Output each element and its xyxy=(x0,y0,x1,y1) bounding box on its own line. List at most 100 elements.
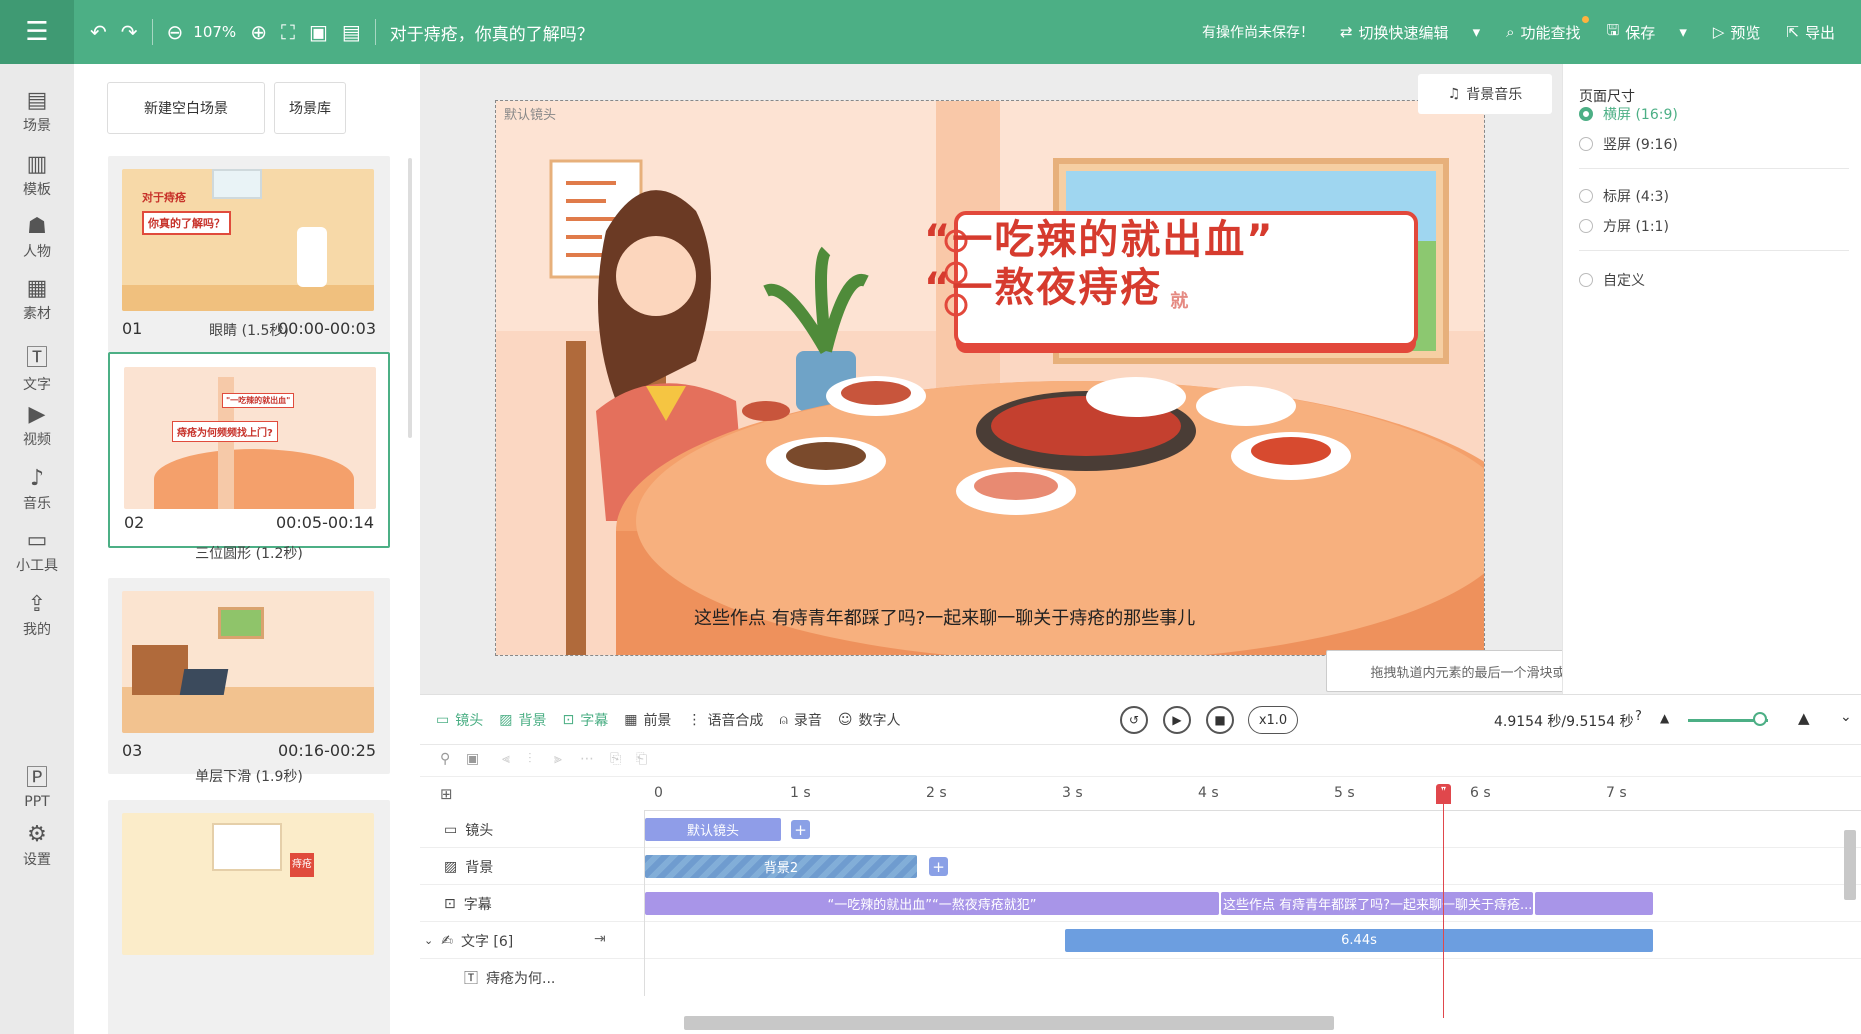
chevron-down-icon[interactable]: ▾ xyxy=(1473,23,1481,41)
track-lane[interactable] xyxy=(644,959,1837,996)
playhead[interactable] xyxy=(1443,788,1444,1018)
option-landscape[interactable]: 横屏 (16:9) xyxy=(1579,104,1678,124)
time-ruler[interactable]: 0 1 s 2 s 3 s 4 s 5 s 6 s 7 s xyxy=(644,777,1861,811)
track-lane[interactable]: 6.44s xyxy=(644,922,1837,959)
add-camera-button[interactable]: + xyxy=(791,820,810,839)
camera-label: 默认镜头 xyxy=(504,108,557,123)
nav-item-scene[interactable]: ▤ 场景 xyxy=(0,88,74,135)
group-icon[interactable]: ▣ xyxy=(466,751,479,767)
tab-label: 前景 xyxy=(643,712,672,729)
scene-card-selected[interactable]: "一吃辣的就出血" 痔疮为何频频找上门? 02 00:05-00:14 xyxy=(108,352,390,548)
scene-transition[interactable]: 单层下滑 (1.9秒) xyxy=(108,766,390,786)
text-clip[interactable]: 6.44s xyxy=(1065,929,1653,952)
tab-record[interactable]: ⍝ 录音 xyxy=(779,710,821,730)
ratio-icon[interactable]: ▣ xyxy=(309,20,328,44)
chevron-down-icon[interactable]: ⌄ xyxy=(424,934,433,947)
play-icon[interactable]: ▶ xyxy=(1163,706,1191,734)
timeline-vertical-scrollbar[interactable] xyxy=(1844,830,1856,900)
tab-foreground[interactable]: ▦ 前景 xyxy=(624,710,671,730)
login-icon[interactable]: ⇥ xyxy=(594,931,606,947)
redo-icon[interactable]: ↷ xyxy=(121,20,138,44)
scene-card[interactable]: 痔疮为何... xyxy=(108,800,390,1034)
clapper-icon[interactable]: ▤ xyxy=(342,20,361,44)
speed-button[interactable]: x1.0 xyxy=(1248,706,1298,734)
copy-icon[interactable]: ⎘ xyxy=(610,751,621,767)
scene-list-scrollbar[interactable] xyxy=(408,158,412,438)
scene-transition[interactable]: 眼睛 (1.5秒) xyxy=(108,320,390,340)
timeline-horizontal-scrollbar[interactable] xyxy=(684,1016,1334,1030)
nav-item-tools[interactable]: ▭ 小工具 xyxy=(0,528,74,575)
scene-number: 03 xyxy=(122,741,143,760)
chevron-down-icon[interactable]: ▾ xyxy=(1679,23,1687,41)
option-custom[interactable]: 自定义 xyxy=(1579,270,1645,290)
preview-icon: ▷ xyxy=(1712,23,1725,41)
stage-subtitle[interactable]: 这些作点 有痔青年都踩了吗?一起来聊一聊关于痔疮的那些事儿 xyxy=(694,604,1195,630)
option-label: 竖屏 (9:16) xyxy=(1603,137,1678,153)
nav-item-video[interactable]: ▶ 视频 xyxy=(0,402,74,449)
stop-icon[interactable]: ■ xyxy=(1206,706,1234,734)
nav-item-settings[interactable]: ⚙ 设置 xyxy=(0,822,74,869)
background-clip[interactable]: 背景2 xyxy=(645,855,917,878)
preview-button[interactable]: ▷ 预览 xyxy=(1713,22,1761,43)
new-blank-scene-button[interactable]: 新建空白场景 xyxy=(107,82,265,134)
camera-icon: ▭ xyxy=(436,711,450,728)
align-left-icon[interactable]: ⫷ xyxy=(502,751,510,767)
tab-camera[interactable]: ▭ 镜头 xyxy=(436,710,483,730)
nav-item-character[interactable]: ☗ 人物 xyxy=(0,214,74,261)
add-background-button[interactable]: + xyxy=(929,857,948,876)
fit-screen-icon[interactable]: ⛶ xyxy=(281,20,295,44)
subtitle-clip[interactable]: 这些作点 有痔青年都踩了吗?一起来聊一聊关于痔疮... xyxy=(1221,892,1533,915)
export-button[interactable]: ⇱ 导出 xyxy=(1786,22,1835,43)
layout-icon[interactable]: ⊞ xyxy=(440,785,453,803)
track-lane[interactable]: 背景2 + xyxy=(644,848,1837,885)
option-standard[interactable]: 标屏 (4:3) xyxy=(1579,186,1669,206)
quick-edit-button[interactable]: ⇄ 切换快速编辑 ▾ xyxy=(1340,22,1480,43)
menu-icon[interactable]: ☰ xyxy=(0,0,74,64)
undo-icon[interactable]: ↶ xyxy=(90,20,107,44)
track-lane[interactable]: “一吃辣的就出血”“一熬夜痔疮就犯” 这些作点 有痔青年都踩了吗?一起来聊一聊关… xyxy=(644,885,1837,922)
document-title[interactable]: 对于痔疮，你真的了解吗？ xyxy=(390,20,594,45)
timeline-toolbar: ▭ 镜头 ▨ 背景 ⊡ 字幕 ▦ 前景 ⋮ 语音合成 ⍝ 录音 ☺ 数字人 ↺ ▶ ■ x1.… xyxy=(420,695,1861,745)
track-label: ▭ 镜头 xyxy=(444,811,493,848)
scene-card[interactable]: 03 00:16-00:25 xyxy=(108,578,390,774)
tab-subtitle[interactable]: ⊡ 字幕 xyxy=(562,710,608,730)
feature-search-button[interactable]: ⌕ 功能查找 xyxy=(1506,15,1589,43)
slider-knob[interactable] xyxy=(1753,712,1767,726)
save-button[interactable]: 🖫 保存 ▾ xyxy=(1607,20,1687,45)
option-portrait[interactable]: 竖屏 (9:16) xyxy=(1579,134,1678,154)
paste-icon[interactable]: ⎗ xyxy=(636,751,647,767)
filter-icon[interactable]: ⚲ xyxy=(440,751,450,767)
option-square[interactable]: 方屏 (1:1) xyxy=(1579,216,1669,236)
camera-clip[interactable]: 默认镜头 xyxy=(645,818,781,841)
nav-item-text[interactable]: 🅃 文字 xyxy=(0,340,74,394)
help-icon[interactable]: ? xyxy=(1635,709,1642,724)
nav-item-music[interactable]: ♪ 音乐 xyxy=(0,466,74,513)
collapse-icon[interactable]: ⌄ xyxy=(1840,709,1852,725)
tab-digital-human[interactable]: ☺ 数字人 xyxy=(838,710,901,730)
feature-search-label: 功能查找 xyxy=(1520,23,1581,42)
stage-canvas[interactable]: “一吃辣的就出血” “一熬夜痔疮就 xyxy=(495,100,1485,656)
scene-library-button[interactable]: 场景库 xyxy=(274,82,346,134)
distribute-icon[interactable]: ⋯ xyxy=(580,751,594,767)
nav-item-mine[interactable]: ⇪ 我的 xyxy=(0,592,74,639)
subtitle-clip[interactable]: “一吃辣的就出血”“一熬夜痔疮就犯” xyxy=(645,892,1219,915)
track-lane[interactable]: 默认镜头 + xyxy=(644,811,1837,848)
background-music-button[interactable]: ♫ 背景音乐 xyxy=(1418,74,1552,114)
tab-tts[interactable]: ⋮ 语音合成 xyxy=(687,710,763,730)
align-right-icon[interactable]: ⫸ xyxy=(554,751,562,767)
tab-background[interactable]: ▨ 背景 xyxy=(499,710,546,730)
subtitle-clip[interactable] xyxy=(1535,892,1653,915)
subtitle-icon: ⊡ xyxy=(562,711,575,728)
zoom-out-timeline-icon[interactable]: ▲ xyxy=(1660,711,1669,725)
align-center-icon[interactable]: ⫶ xyxy=(528,751,532,767)
scene-transition[interactable]: 三位圆形 (1.2秒) xyxy=(108,543,390,563)
zoom-in-icon[interactable]: ⊕ xyxy=(250,20,267,44)
zoom-in-timeline-icon[interactable]: ▲ xyxy=(1798,709,1810,727)
zoom-out-icon[interactable]: ⊖ xyxy=(167,20,184,44)
nav-item-template[interactable]: ▥ 模板 xyxy=(0,152,74,199)
nav-item-material[interactable]: ▦ 素材 xyxy=(0,276,74,323)
track-label: ⌄ ✍ 文字 [6] xyxy=(424,922,513,959)
text-icon: 🅃 xyxy=(25,346,48,371)
nav-item-ppt[interactable]: 🄿 PPT xyxy=(0,760,74,810)
rewind-icon[interactable]: ↺ xyxy=(1120,706,1148,734)
